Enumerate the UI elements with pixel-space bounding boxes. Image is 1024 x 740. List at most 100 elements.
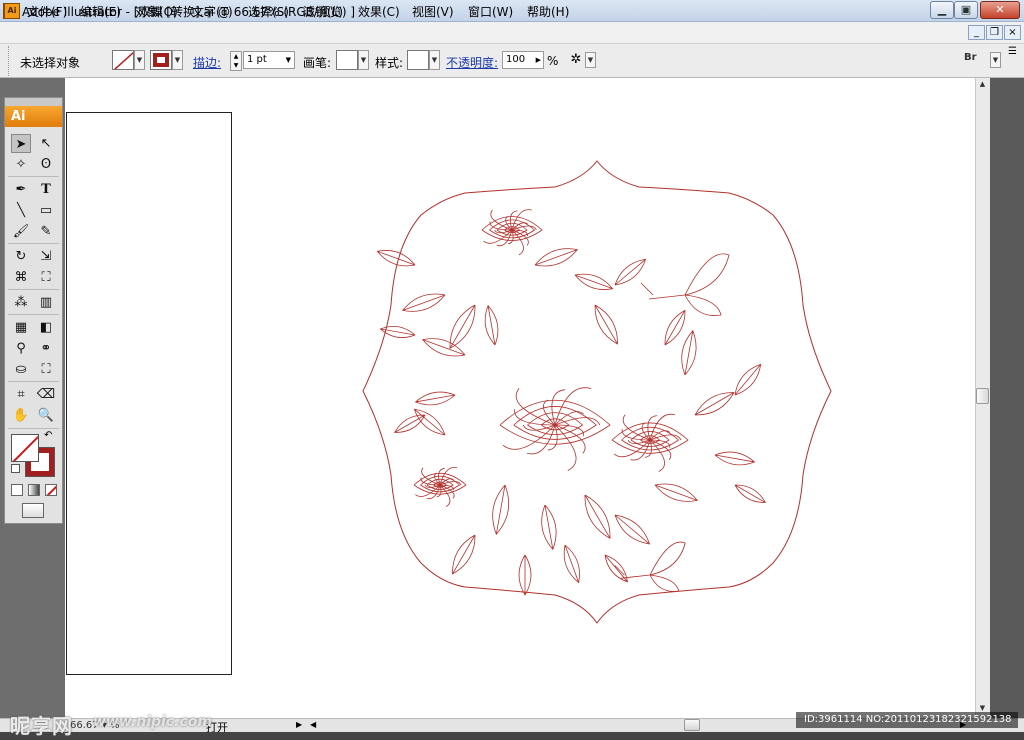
menu-file[interactable]: 文件(F) [27,3,67,20]
swap-colors-icon[interactable]: ↶ [44,430,52,441]
control-panel-menu-icon[interactable]: ☰ [1008,46,1022,60]
free-transform-tool-icon[interactable]: ⛶ [36,268,56,287]
zoom-tool-icon[interactable]: 🔍 [36,406,56,425]
document-window-controls: _ ❐ × [966,22,1024,44]
leaf [614,514,651,545]
tools-divider [8,289,59,290]
gradient-mode-icon[interactable] [28,484,40,496]
tools-panel-header[interactable] [5,98,62,106]
horizontal-scroll-thumb[interactable] [684,719,700,731]
rectangle-tool-icon[interactable]: ▭ [36,201,56,220]
direct-selection-tool-icon[interactable]: ↖ [36,134,56,153]
selection-tool-icon[interactable]: ➤ [11,134,31,153]
recolor-icon[interactable]: ✲ [566,52,586,70]
menu-edit[interactable]: 编辑(E) [80,3,121,20]
menu-help[interactable]: 帮助(H) [527,3,569,20]
menu-type[interactable]: 文字(T) [192,3,233,20]
menu-view[interactable]: 视图(V) [412,3,454,20]
crop-area-tool-icon[interactable]: ⌗ [11,385,31,404]
none-slash-icon [113,51,133,69]
pen-tool-icon[interactable]: ✒ [11,180,31,199]
stroke-weight-value: 1 pt [247,54,267,65]
menu-object[interactable]: 对象(O) [135,3,178,20]
mesh-tool-icon[interactable]: ▦ [11,318,31,337]
leaf [449,304,476,349]
none-mode-icon[interactable] [45,484,57,496]
leaf [394,414,426,433]
leaf [681,329,697,376]
live-paint-bucket-tool-icon[interactable]: ⛀ [11,360,31,379]
scroll-left-arrow[interactable]: ◀ [310,720,316,729]
screen-mode-button[interactable] [22,503,44,518]
magic-wand-tool-icon[interactable]: ✧ [11,155,31,174]
opacity-label-link[interactable]: 不透明度: [446,54,498,71]
blend-tool-icon[interactable]: ⚭ [36,339,56,358]
live-paint-selection-tool-icon[interactable]: ⛶ [36,360,56,379]
vertical-scroll-thumb[interactable] [976,388,989,404]
recolor-dropdown-arrow[interactable]: ▼ [585,52,596,68]
watermark-id: ID:3961114 NO:20110123182321592138 [796,712,1018,728]
line-tool-icon[interactable]: ╲ [11,201,31,220]
close-button[interactable]: ✕ [980,1,1020,19]
warp-tool-icon[interactable]: ⌘ [11,268,31,287]
artboard-boundary[interactable] [66,112,232,675]
fill-dropdown-arrow[interactable]: ▼ [134,50,145,70]
status-menu-arrow[interactable]: ▶ [296,720,302,729]
control-bar-grip[interactable] [8,46,11,76]
leaf [584,494,611,539]
bridge-dropdown-arrow[interactable]: ▼ [990,52,1001,68]
butterfly-top [640,282,686,300]
document-icon[interactable]: Ai [4,3,20,19]
stroke-weight-stepper[interactable]: ▲ ▼ [230,51,242,71]
paintbrush-tool-icon[interactable]: 🖌 [11,222,31,241]
bridge-icon[interactable]: Br [964,52,986,70]
leaf [541,504,557,551]
lasso-tool-icon[interactable]: ʘ [36,155,56,174]
brush-dropdown-arrow[interactable]: ▼ [358,50,369,70]
stroke-dropdown-arrow[interactable]: ▼ [172,50,183,70]
symbol-sprayer-tool-icon[interactable]: ⁂ [11,293,31,312]
stroke-label-link[interactable]: 描边: [193,54,221,71]
butterfly-bottom [614,565,651,579]
type-tool-icon[interactable]: T [36,180,56,199]
peony-butterfly-artwork[interactable] [355,155,840,630]
leaf [401,293,446,312]
leaf [518,554,532,596]
stroke-weight-field[interactable]: 1 pt ▼ [243,51,295,69]
doc-restore-button[interactable]: ❐ [986,25,1003,40]
rotate-tool-icon[interactable]: ↻ [11,247,31,266]
default-colors-icon[interactable] [11,464,20,473]
opacity-field[interactable]: 100 ▶ [502,51,544,69]
minimize-button[interactable]: ▁ [930,1,954,19]
doc-minimize-button[interactable]: _ [968,25,985,40]
peony-bloom-right [649,439,665,472]
scroll-up-arrow[interactable]: ▲ [976,80,989,92]
eraser-tool-icon[interactable]: ⌫ [36,385,56,404]
tools-divider [8,314,59,315]
pencil-tool-icon[interactable]: ✎ [36,222,56,241]
fill-color-box[interactable] [11,434,39,462]
style-dropdown-arrow[interactable]: ▼ [429,50,440,70]
menu-effect[interactable]: 效果(C) [358,3,400,20]
doc-close-button[interactable]: × [1004,25,1021,40]
selection-status: 未选择对象 [20,56,81,70]
menu-filter[interactable]: 滤镜(L) [303,3,343,20]
stroke-color-swatch[interactable] [150,50,172,70]
scale-tool-icon[interactable]: ⇲ [36,247,56,266]
menu-window[interactable]: 窗口(W) [468,3,513,20]
eyedropper-tool-icon[interactable]: ⚲ [11,339,31,358]
column-graph-tool-icon[interactable]: ▥ [36,293,56,312]
leaf [574,273,614,290]
gradient-tool-icon[interactable]: ◧ [36,318,56,337]
scalloped-frame [362,160,832,624]
menu-select[interactable]: 选择(S) [248,3,289,20]
maximize-button[interactable]: ▣ [954,1,978,19]
brush-swatch[interactable] [336,50,358,70]
peony-bloom-left [439,484,451,507]
tools-divider [8,381,59,382]
none-slash-icon [12,435,38,461]
color-mode-icon[interactable] [11,484,23,496]
hand-tool-icon[interactable]: ✋ [11,406,31,425]
style-swatch[interactable] [407,50,429,70]
fill-color-swatch[interactable] [112,50,134,70]
